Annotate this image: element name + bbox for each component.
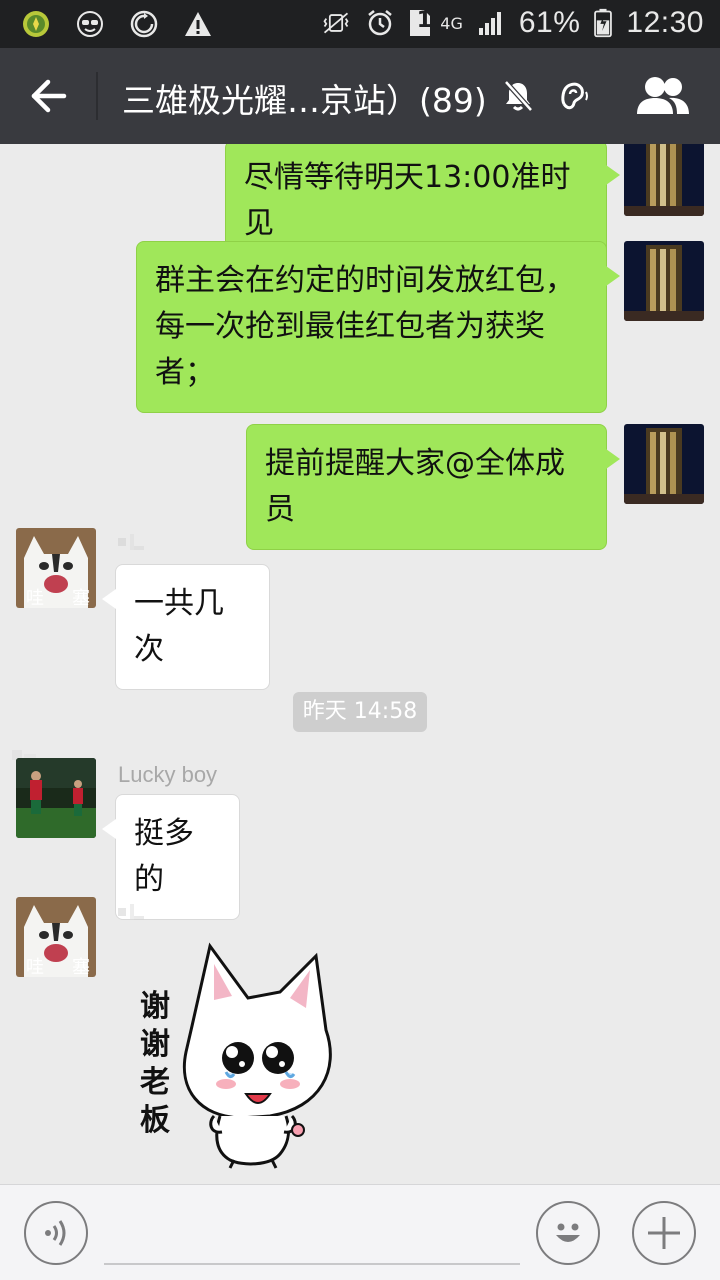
- avatar-caption-left: 哇: [26, 588, 44, 608]
- sim-number: 1: [416, 8, 432, 33]
- chat-title-bar: 三雄极光耀…京站）(89): [0, 48, 720, 144]
- message-text: 一共几次: [134, 586, 224, 667]
- sync-icon: [128, 8, 160, 40]
- avatar-caption-right: 塞: [72, 588, 90, 608]
- contact-avatar[interactable]: 哇 塞: [16, 528, 96, 608]
- message-text: 群主会在约定的时间发放红包，每一次抢到最佳红包者为获奖者；: [155, 263, 575, 390]
- emoji-icon: [556, 1223, 580, 1242]
- my-avatar[interactable]: [624, 241, 704, 321]
- contact-message-bubble[interactable]: 一共几次: [102, 564, 270, 690]
- more-functions-button[interactable]: [632, 1201, 696, 1265]
- warning-icon: [182, 8, 214, 40]
- my-message-bubble[interactable]: 提前提醒大家@全体成员: [246, 424, 620, 550]
- title-divider: [96, 72, 98, 120]
- group-members-button[interactable]: [630, 70, 696, 122]
- network-type: 4G: [440, 13, 463, 33]
- message-text: 挺多的: [134, 816, 194, 897]
- chat-title: 三雄极光耀…京站）(89): [122, 81, 487, 120]
- alarm-icon: [364, 7, 396, 39]
- status-time: 12:30: [626, 6, 704, 39]
- app-coin-icon: [20, 8, 52, 40]
- night-tower-avatar-image: [624, 144, 704, 216]
- battery-percent: 61%: [518, 6, 581, 39]
- night-tower-avatar-image: [624, 424, 704, 504]
- voice-toggle-button[interactable]: [24, 1201, 88, 1265]
- message-text: 提前提醒大家@全体成员: [265, 446, 565, 527]
- back-button[interactable]: [20, 70, 76, 122]
- avatar-caption-left: 哇: [26, 957, 44, 977]
- back-arrow-icon: [31, 79, 67, 113]
- my-message-bubble[interactable]: 群主会在约定的时间发放红包，每一次抢到最佳红包者为获奖者；: [136, 241, 620, 413]
- message-input-field[interactable]: [104, 1263, 520, 1265]
- crying-white-cat-image: [183, 942, 332, 1169]
- soccer-player-avatar-image: [16, 758, 96, 838]
- night-tower-avatar-image: [624, 241, 704, 321]
- group-members-icon: [637, 77, 689, 114]
- contact-avatar[interactable]: 哇 塞: [16, 897, 96, 977]
- voice-icon: [45, 1220, 66, 1246]
- plus-icon: [648, 1217, 680, 1249]
- cat-sticker[interactable]: 谢谢老板: [130, 940, 340, 1170]
- message-text: 尽情等待明天13:00准时见: [244, 160, 571, 241]
- blurred-nickname: [118, 904, 144, 920]
- signal-icon: [475, 7, 507, 39]
- status-bar: 1 4G 61% 12:30: [0, 0, 720, 48]
- battery-icon: [592, 7, 614, 39]
- emoji-button[interactable]: [536, 1201, 600, 1265]
- earpiece-icon: [561, 82, 588, 110]
- sender-nickname: Lucky boy: [118, 762, 218, 787]
- blurred-nickname: [118, 534, 144, 550]
- contact-avatar[interactable]: [16, 758, 96, 838]
- vibrate-icon: [320, 7, 352, 39]
- my-avatar[interactable]: [624, 144, 704, 216]
- time-separator: 昨天 14:58: [293, 692, 427, 732]
- message-input-bar: [0, 1184, 720, 1280]
- my-avatar[interactable]: [624, 424, 704, 504]
- avatar-caption-right: 塞: [72, 957, 90, 977]
- sunglasses-face-icon: [74, 8, 106, 40]
- mute-icon: [504, 80, 533, 112]
- chat-message-list[interactable]: 尽情等待明天13:00准时见 群主会在约定的时间发放红包，每一次抢到最佳红包者为…: [0, 144, 720, 1184]
